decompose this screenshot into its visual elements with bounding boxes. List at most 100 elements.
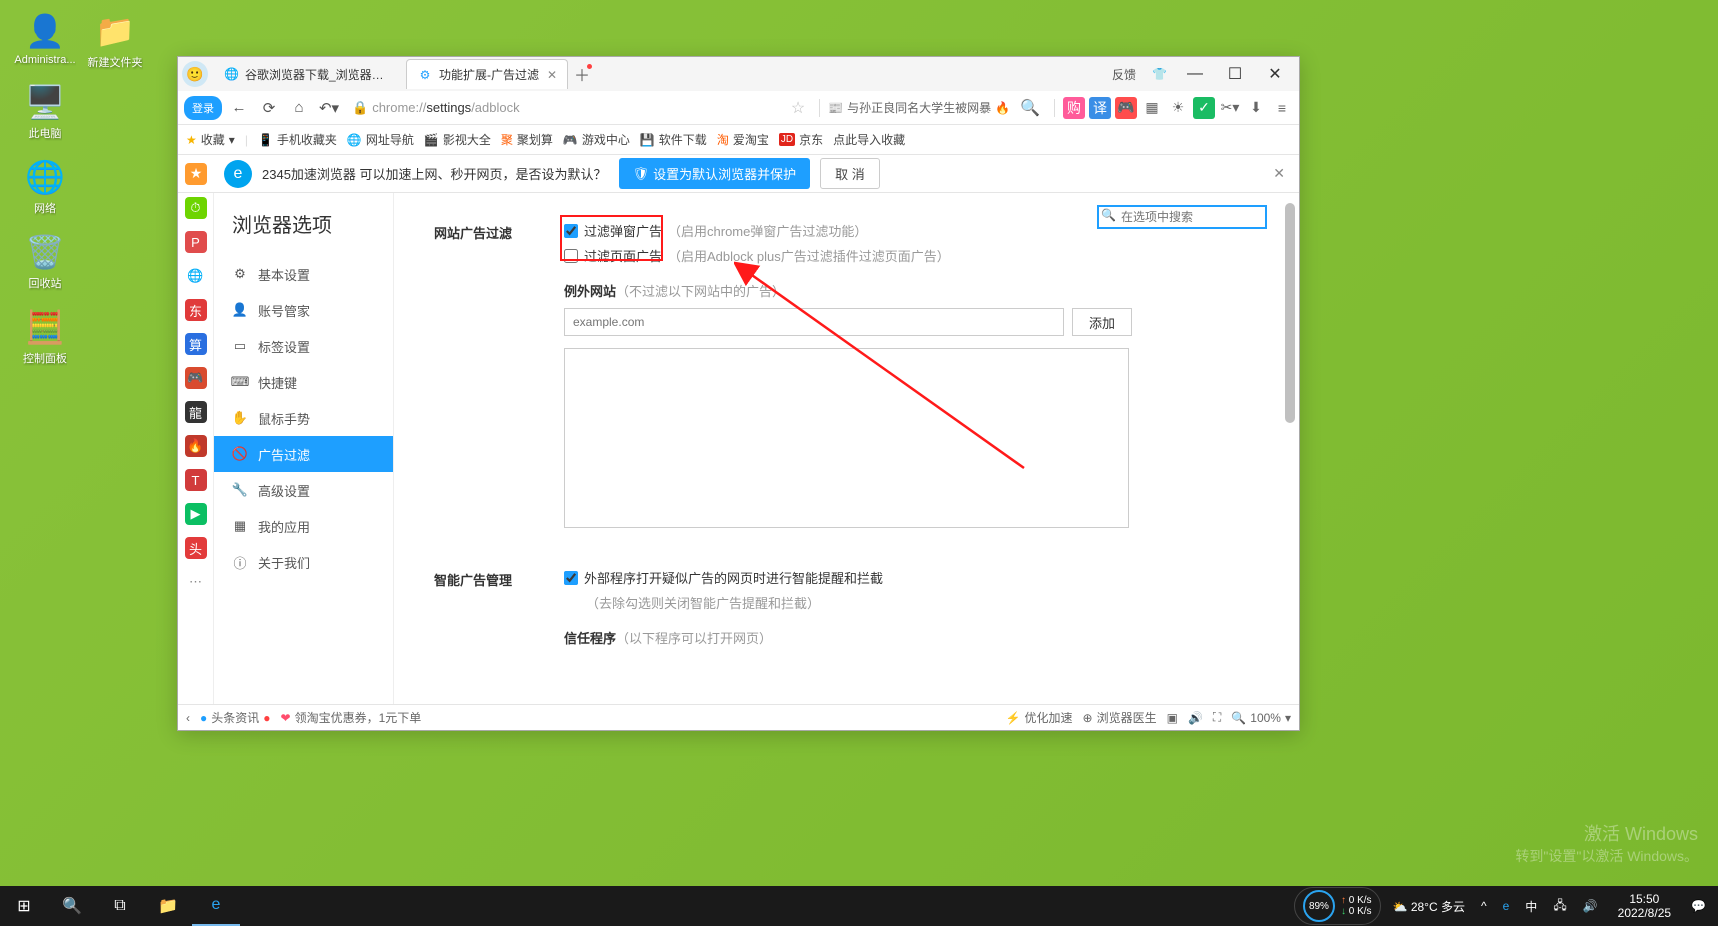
capture-icon[interactable]: ▣	[1167, 711, 1178, 725]
maximize-button[interactable]: ☐	[1215, 60, 1255, 88]
close-icon[interactable]: ✕	[1273, 165, 1285, 182]
rail-toutiao-icon[interactable]: 头	[185, 537, 207, 559]
search-icon[interactable]: 🔍	[1014, 98, 1046, 118]
tray-volume-icon[interactable]: 🔊	[1579, 899, 1602, 913]
sidebar-item-adblock[interactable]: 🚫广告过滤	[214, 436, 393, 472]
tray-network-icon[interactable]: 🖧	[1549, 896, 1570, 917]
net-monitor[interactable]: 89% ↑ 0 K/s ↓ 0 K/s	[1294, 887, 1381, 925]
doctor-link[interactable]: ⊕浏览器医生	[1083, 709, 1157, 726]
minimize-button[interactable]: —	[1175, 60, 1215, 88]
bookmark-software[interactable]: 💾软件下载	[640, 131, 707, 148]
rail-pdf-icon[interactable]: P	[185, 231, 207, 253]
checkbox-smart-block[interactable]: 外部程序打开疑似广告的网页时进行智能提醒和拦截	[564, 568, 1259, 587]
login-button[interactable]: 登录	[184, 96, 222, 120]
feedback-link[interactable]: 反馈	[1104, 66, 1144, 83]
rail-fire-icon[interactable]: 🔥	[185, 435, 207, 457]
home-button[interactable]: ⌂	[286, 95, 312, 121]
rail-dragon-icon[interactable]: 龍	[185, 401, 207, 423]
green-icon[interactable]: ✓	[1193, 97, 1215, 119]
sidebar-item-basic[interactable]: ⚙基本设置	[214, 256, 393, 292]
action-center-icon[interactable]: 💬	[1687, 899, 1710, 913]
desktop-icon-new-folder[interactable]: 📁新建文件夹	[80, 10, 150, 70]
reload-button[interactable]: ⟳	[256, 95, 282, 121]
file-explorer-button[interactable]: 📁	[144, 886, 192, 926]
checkbox-page-filter[interactable]: 过滤页面广告 （启用Adblock plus广告过滤插件过滤页面广告）	[564, 246, 1259, 265]
sun-icon[interactable]: ☀	[1167, 97, 1189, 119]
desktop-icon-control-panel[interactable]: 🧮控制面板	[10, 306, 80, 366]
rail-calc-icon[interactable]: 算	[185, 333, 207, 355]
sidebar-item-gestures[interactable]: ✋鼠标手势	[214, 400, 393, 436]
add-button[interactable]: 添加	[1072, 308, 1132, 336]
sidebar-item-about[interactable]: ⓘ关于我们	[214, 544, 393, 580]
bookmark-games[interactable]: 🎮游戏中心	[563, 131, 630, 148]
desktop-icon-administrator[interactable]: 👤Administra...	[10, 10, 80, 66]
rail-iqiyi-icon[interactable]: ▶	[185, 503, 207, 525]
sidebar-item-tabs[interactable]: ▭标签设置	[214, 328, 393, 364]
sidebar-item-advanced[interactable]: 🔧高级设置	[214, 472, 393, 508]
rail-dongfang-icon[interactable]: 东	[185, 299, 207, 321]
skin-icon[interactable]: 👕	[1144, 67, 1175, 81]
sidebar-item-apps[interactable]: ▦我的应用	[214, 508, 393, 544]
hot-search[interactable]: 📰 与孙正良同名大学生被网暴 🔥	[828, 99, 1010, 116]
star-icon[interactable]: ☆	[785, 98, 811, 118]
close-button[interactable]: ✕	[1255, 60, 1295, 88]
desktop-icon-network[interactable]: 🌐网络	[10, 156, 80, 216]
search-button[interactable]: 🔍	[48, 886, 96, 926]
bookmark-jd[interactable]: JD京东	[779, 131, 823, 148]
favorites-menu[interactable]: ★收藏 ▾	[186, 131, 235, 148]
task-view-button[interactable]: ⧉	[96, 886, 144, 926]
bookmark-deals[interactable]: 聚聚划算	[501, 131, 553, 148]
checkbox-input[interactable]	[564, 224, 578, 238]
rail-star-icon[interactable]: ★	[185, 163, 207, 185]
rail-game-icon[interactable]: 🎮	[185, 367, 207, 389]
browser-taskbar-button[interactable]: e	[192, 886, 240, 926]
rail-clock-icon[interactable]: ⏱	[185, 197, 207, 219]
address-bar[interactable]: 🔒 chrome://settings/adblock	[352, 100, 520, 116]
bookmark-video[interactable]: 🎬影视大全	[424, 131, 491, 148]
scissors-icon[interactable]: ✂▾	[1219, 97, 1241, 119]
tab-adblock-settings[interactable]: ⚙ 功能扩展-广告过滤 ✕	[406, 59, 568, 89]
bookmark-import[interactable]: 点此导入收藏	[833, 131, 905, 148]
start-button[interactable]: ⊞	[0, 886, 48, 926]
optimize-link[interactable]: ⚡优化加速	[1006, 709, 1073, 726]
news-feed-link[interactable]: ●头条资讯●	[200, 709, 271, 726]
taskbar-clock[interactable]: 15:50 2022/8/25	[1610, 892, 1679, 921]
sidebar-item-shortcuts[interactable]: ⌨快捷键	[214, 364, 393, 400]
bookmark-mobile[interactable]: 📱手机收藏夹	[258, 131, 337, 148]
rail-collapse-button[interactable]: ‹	[186, 711, 190, 725]
back-button[interactable]: ←	[226, 95, 252, 121]
tab-google-download[interactable]: 🌐 谷歌浏览器下载_浏览器官网入	[214, 59, 404, 89]
new-tab-button[interactable]: ＋	[570, 62, 594, 86]
close-icon[interactable]: ✕	[547, 68, 557, 82]
tray-ime-icon[interactable]: 中	[1521, 898, 1541, 915]
checkbox-input[interactable]	[564, 571, 578, 585]
exception-list-box[interactable]	[564, 348, 1129, 528]
scrollbar-thumb[interactable]	[1285, 203, 1295, 423]
sound-icon[interactable]: 🔊	[1188, 711, 1203, 725]
bookmark-taobao[interactable]: 淘爱淘宝	[717, 131, 769, 148]
fullscreen-icon[interactable]: ⛶	[1213, 710, 1221, 725]
shopping-icon[interactable]: 购	[1063, 97, 1085, 119]
weather-tray[interactable]: ⛅ 28°C 多云	[1389, 898, 1469, 915]
exception-url-input[interactable]	[564, 308, 1064, 336]
rail-more-icon[interactable]: ⋯	[185, 571, 207, 593]
profile-avatar[interactable]: 🙂	[182, 61, 208, 87]
undo-button[interactable]: ↶▾	[316, 95, 342, 121]
tray-chevron-icon[interactable]: ^	[1477, 899, 1491, 913]
zoom-control[interactable]: 🔍 100% ▾	[1231, 711, 1291, 725]
checkbox-popup-filter[interactable]: 过滤弹窗广告 （启用chrome弹窗广告过滤功能）	[564, 221, 1259, 240]
sidebar-item-account[interactable]: 👤账号管家	[214, 292, 393, 328]
rail-t-icon[interactable]: T	[185, 469, 207, 491]
download-icon[interactable]: ⬇	[1245, 97, 1267, 119]
rail-chrome-icon[interactable]: 🌐	[185, 265, 207, 287]
translate-icon[interactable]: 译	[1089, 97, 1111, 119]
cancel-button[interactable]: 取 消	[820, 158, 880, 189]
tray-edge-icon[interactable]: e	[1499, 899, 1514, 913]
bookmark-nav[interactable]: 🌐网址导航	[347, 131, 414, 148]
scrollbar[interactable]	[1285, 193, 1297, 704]
desktop-icon-this-pc[interactable]: 🖥️此电脑	[10, 81, 80, 141]
game-icon[interactable]: 🎮	[1115, 97, 1137, 119]
coupon-link[interactable]: ❤领淘宝优惠券，1元下单	[281, 709, 422, 726]
desktop-icon-recycle-bin[interactable]: 🗑️回收站	[10, 231, 80, 291]
menu-icon[interactable]: ≡	[1271, 97, 1293, 119]
